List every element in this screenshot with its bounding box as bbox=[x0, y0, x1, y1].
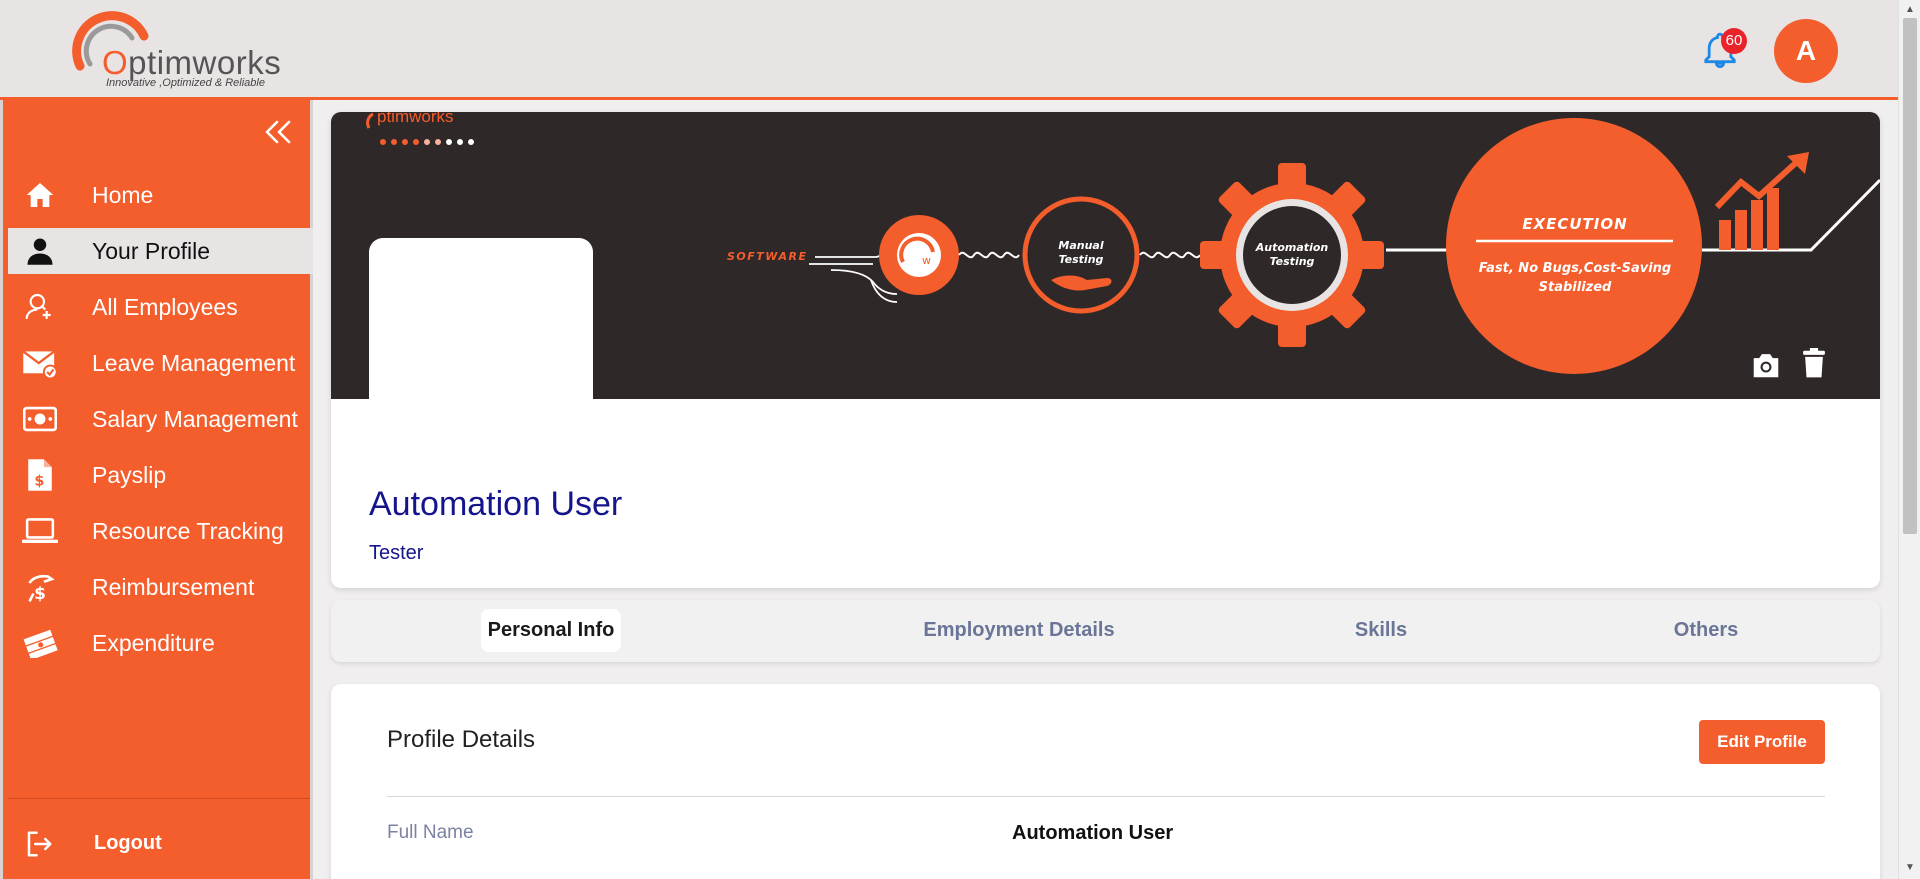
sidebar-nav: Home Your Profile All Employees Leave Ma… bbox=[8, 172, 313, 676]
banner-automation-text-1: Automation bbox=[1255, 241, 1329, 254]
full-name-label: Full Name bbox=[387, 822, 474, 843]
employees-icon bbox=[22, 291, 58, 323]
banner-automation-text-2: Testing bbox=[1270, 255, 1315, 268]
logout-button[interactable]: Logout bbox=[8, 822, 308, 868]
sidebar-item-label: Payslip bbox=[92, 461, 167, 488]
banner-manual-text-1: Manual bbox=[1058, 239, 1103, 252]
payslip-icon: $ bbox=[22, 459, 58, 491]
delete-cover-trash-icon[interactable] bbox=[1801, 348, 1829, 380]
sidebar-item-home[interactable]: Home bbox=[8, 172, 313, 218]
svg-text:$: $ bbox=[34, 584, 46, 604]
top-header: Optimworks Innovative ,Optimized & Relia… bbox=[0, 0, 1898, 100]
logout-label: Logout bbox=[94, 832, 162, 854]
profile-details-title: Profile Details bbox=[387, 726, 536, 753]
full-name-value: Automation User bbox=[1012, 822, 1174, 844]
details-divider bbox=[387, 796, 1825, 797]
profile-photo[interactable] bbox=[369, 238, 593, 400]
tab-employment-details[interactable]: Employment Details bbox=[911, 609, 1127, 652]
scroll-down-arrow-icon[interactable]: ▼ bbox=[1905, 862, 1915, 873]
sidebar-item-payslip[interactable]: $ Payslip bbox=[8, 452, 313, 498]
sidebar-item-label: Expenditure bbox=[92, 629, 215, 656]
banner-manual-text-2: Testing bbox=[1059, 253, 1104, 266]
sidebar-item-your-profile[interactable]: Your Profile bbox=[8, 228, 313, 274]
main-content: ptimworks SOFTWARE w Manual Testing Auto… bbox=[313, 100, 1898, 879]
banner-software-text: SOFTWARE bbox=[727, 250, 808, 263]
collapse-sidebar-icon[interactable] bbox=[259, 114, 295, 150]
reimbursement-icon: $ bbox=[22, 571, 58, 604]
sidebar-item-resource-tracking[interactable]: Resource Tracking bbox=[8, 508, 313, 554]
sidebar-item-expenditure[interactable]: Expenditure bbox=[8, 620, 313, 666]
profile-name: Automation User bbox=[369, 485, 623, 523]
logout-icon bbox=[24, 829, 56, 861]
tab-personal-info[interactable]: Personal Info bbox=[481, 609, 621, 652]
svg-text:w: w bbox=[922, 254, 931, 267]
sidebar-divider bbox=[8, 798, 310, 799]
sidebar-item-label: Your Profile bbox=[92, 237, 211, 264]
svg-text:$: $ bbox=[34, 473, 44, 489]
user-avatar[interactable]: A bbox=[1774, 19, 1838, 83]
notification-count-badge: 60 bbox=[1721, 28, 1747, 54]
sidebar-item-label: Leave Management bbox=[92, 349, 296, 376]
scrollbar-thumb[interactable] bbox=[1903, 18, 1917, 534]
logo-tagline: Innovative ,Optimized & Reliable bbox=[106, 77, 265, 89]
tab-others[interactable]: Others bbox=[1656, 609, 1756, 652]
home-icon bbox=[22, 179, 58, 211]
sidebar: Home Your Profile All Employees Leave Ma… bbox=[0, 100, 313, 879]
company-logo[interactable]: Optimworks Innovative ,Optimized & Relia… bbox=[70, 8, 285, 90]
banner-execution-title: EXECUTION bbox=[1522, 215, 1627, 233]
laptop-icon bbox=[22, 515, 58, 547]
money-icon bbox=[22, 403, 58, 435]
profile-card: ptimworks SOFTWARE w Manual Testing Auto… bbox=[331, 112, 1880, 588]
mail-check-icon bbox=[22, 347, 58, 379]
sidebar-item-salary-management[interactable]: Salary Management bbox=[8, 396, 313, 442]
tab-skills[interactable]: Skills bbox=[1331, 609, 1431, 652]
sidebar-item-label: Reimbursement bbox=[92, 573, 255, 600]
banner-execution-line-2: Stabilized bbox=[1539, 280, 1612, 295]
sidebar-item-label: All Employees bbox=[92, 293, 238, 320]
user-icon bbox=[22, 235, 58, 267]
cash-stack-icon bbox=[22, 627, 58, 659]
profile-details-card: Profile Details Edit Profile Full Name A… bbox=[331, 684, 1880, 879]
banner-execution-line-1: Fast, No Bugs,Cost-Saving bbox=[1479, 261, 1672, 276]
sidebar-item-label: Resource Tracking bbox=[92, 517, 284, 544]
profile-tabs: Personal Info Employment Details Skills … bbox=[331, 600, 1880, 662]
sidebar-item-leave-management[interactable]: Leave Management bbox=[8, 340, 313, 386]
edit-profile-button[interactable]: Edit Profile bbox=[1699, 720, 1825, 764]
banner-brand-text: ptimworks bbox=[377, 112, 454, 126]
sidebar-item-label: Home bbox=[92, 181, 154, 208]
change-cover-camera-icon[interactable] bbox=[1749, 350, 1783, 380]
sidebar-item-label: Salary Management bbox=[92, 405, 298, 432]
sidebar-item-reimbursement[interactable]: $ Reimbursement bbox=[8, 564, 313, 610]
profile-role: Tester bbox=[369, 542, 424, 564]
sidebar-item-all-employees[interactable]: All Employees bbox=[8, 284, 313, 330]
scroll-up-arrow-icon[interactable]: ▲ bbox=[1905, 4, 1915, 15]
page-scrollbar[interactable]: ▲ ▼ bbox=[1898, 0, 1920, 879]
